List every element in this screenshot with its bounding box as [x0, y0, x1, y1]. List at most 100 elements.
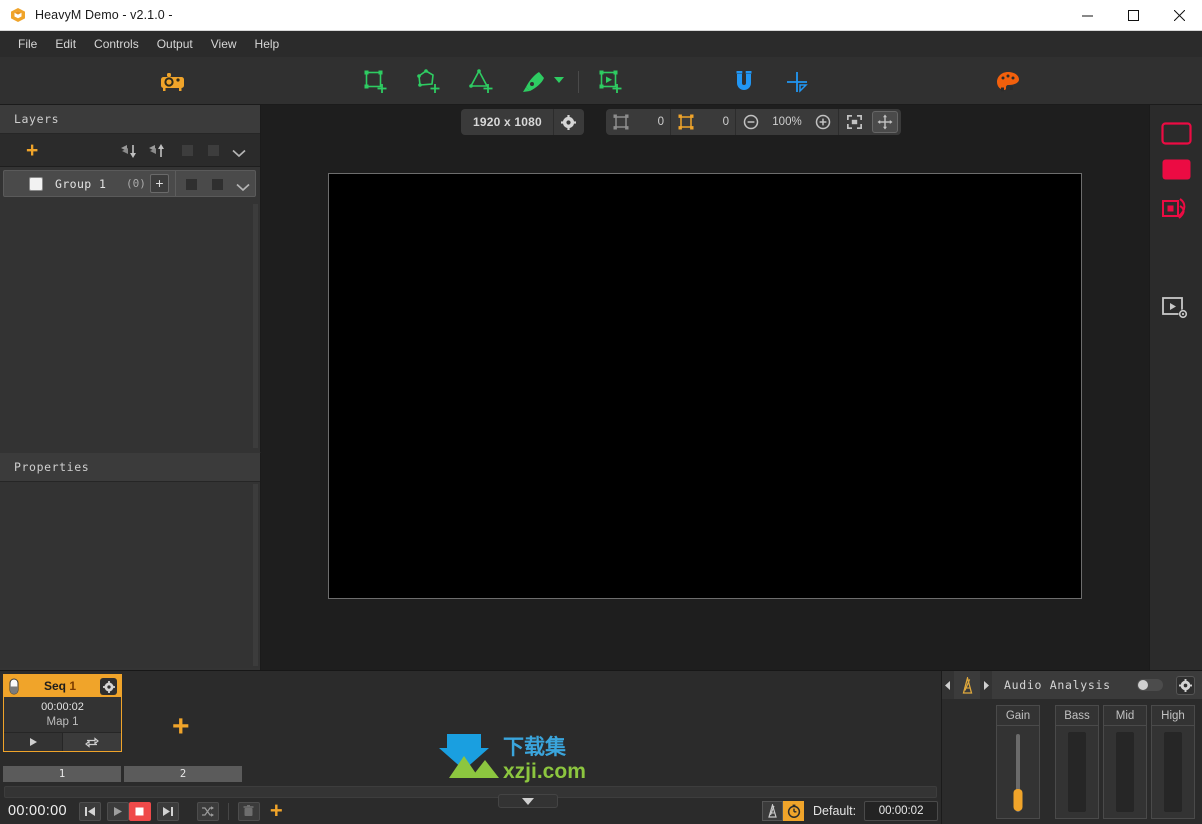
- projector-icon[interactable]: [159, 68, 188, 94]
- gear-icon[interactable]: [1176, 676, 1195, 695]
- timeline-collapse-handle[interactable]: [498, 794, 558, 808]
- menu-item-edit[interactable]: Edit: [46, 33, 85, 55]
- close-button[interactable]: [1156, 0, 1202, 31]
- add-shape-to-group-button[interactable]: +: [150, 174, 169, 193]
- chevron-down-icon[interactable]: [236, 179, 250, 192]
- layer-group-row[interactable]: Group 1 (0) +: [3, 170, 256, 197]
- chevron-down-icon[interactable]: [552, 73, 566, 85]
- trash-icon[interactable]: [237, 801, 260, 821]
- sequence-card[interactable]: Seq 1 00:00:02 Map 1: [3, 674, 122, 752]
- gear-icon[interactable]: [100, 678, 117, 695]
- layers-toolbar: +: [0, 134, 260, 167]
- audio-analysis-title: Audio Analysis: [1004, 678, 1111, 692]
- audio-analysis-panel: Audio Analysis Gain Bass Mid High: [941, 670, 1202, 824]
- add-sequence-transport-button[interactable]: +: [270, 800, 283, 822]
- zoom-in-icon[interactable]: [808, 109, 838, 135]
- add-layer-button[interactable]: +: [26, 140, 38, 161]
- layers-panel-title: Layers: [0, 105, 260, 134]
- gain-slider[interactable]: [996, 725, 1040, 819]
- rectangle-outline-icon[interactable]: [1161, 122, 1192, 145]
- resolution-label: 1920 x 1080: [473, 115, 542, 129]
- high-meter[interactable]: [1151, 725, 1195, 819]
- clock-icon[interactable]: [783, 801, 804, 821]
- projection-canvas[interactable]: [328, 173, 1082, 599]
- group-lock-toggle[interactable]: [212, 179, 223, 190]
- menu-item-view[interactable]: View: [202, 33, 246, 55]
- sequence-card-body: 00:00:02 Map 1: [4, 697, 121, 732]
- magnet-icon[interactable]: [731, 69, 757, 95]
- triangle-plus-icon[interactable]: [469, 69, 495, 95]
- polygon-plus-icon[interactable]: [416, 69, 442, 95]
- metronome-icon[interactable]: [762, 801, 783, 821]
- skip-next-icon[interactable]: [156, 801, 179, 821]
- svg-text:下载集: 下载集: [503, 735, 567, 759]
- pan-move-icon[interactable]: [872, 111, 898, 133]
- sequence-duration: 00:00:02: [41, 701, 84, 713]
- bring-forward-icon[interactable]: [148, 142, 166, 160]
- heavym-application-window: HeavyM Demo - v2.1.0 - File Edit Control…: [0, 0, 1202, 824]
- group-count-icon: [671, 109, 701, 135]
- gear-icon[interactable]: [554, 109, 584, 135]
- default-duration-label: Default:: [813, 804, 857, 818]
- media-rectangle-plus-icon[interactable]: [598, 69, 624, 95]
- surface-count-icon: [606, 109, 636, 135]
- chevron-down-icon[interactable]: [232, 145, 246, 158]
- audio-analysis-header: Audio Analysis: [942, 671, 1202, 699]
- properties-panel: Properties: [0, 453, 261, 670]
- menu-item-file[interactable]: File: [9, 33, 46, 55]
- sequence-tabs: 1 2: [3, 766, 242, 782]
- layer-visibility-toggle[interactable]: [182, 145, 193, 156]
- crosshair-icon[interactable]: [784, 69, 810, 95]
- menu-item-output[interactable]: Output: [148, 33, 202, 55]
- channel-label: Gain: [996, 705, 1040, 725]
- metronome-icon[interactable]: [954, 671, 980, 699]
- audio-channel-gain: Gain: [996, 705, 1040, 819]
- timeline-scrollbar[interactable]: [4, 786, 937, 798]
- send-backward-icon[interactable]: [120, 142, 138, 160]
- sequence-mode-icon[interactable]: [8, 678, 20, 695]
- layers-scrollbar[interactable]: [253, 204, 258, 448]
- add-sequence-button[interactable]: +: [172, 712, 190, 742]
- menu-item-controls[interactable]: Controls: [85, 33, 148, 55]
- rectangle-plus-icon[interactable]: [363, 69, 389, 95]
- gain-slider-knob[interactable]: [1013, 789, 1023, 811]
- properties-scrollbar[interactable]: [253, 484, 258, 666]
- play-icon[interactable]: [106, 801, 129, 821]
- pen-icon[interactable]: [521, 69, 547, 95]
- zoom-out-icon[interactable]: [736, 109, 766, 135]
- group-checkbox[interactable]: [29, 176, 43, 191]
- audio-analysis-toggle[interactable]: [1137, 679, 1163, 691]
- palette-icon[interactable]: [995, 69, 1021, 95]
- sequence-play-button[interactable]: [4, 733, 62, 751]
- motion-effect-icon[interactable]: [1161, 197, 1192, 224]
- mid-meter[interactable]: [1103, 725, 1147, 819]
- window-title: HeavyM Demo - v2.1.0 -: [35, 8, 173, 22]
- group-count: (0): [126, 177, 146, 190]
- default-duration-value[interactable]: 00:00:02: [864, 801, 939, 821]
- chevron-right-icon[interactable]: [980, 671, 992, 699]
- menu-item-help[interactable]: Help: [246, 33, 289, 55]
- shuffle-icon[interactable]: [196, 801, 219, 821]
- skip-previous-icon[interactable]: [78, 801, 101, 821]
- group-visibility-toggle[interactable]: [186, 179, 197, 190]
- audio-channel-bass: Bass: [1055, 705, 1099, 819]
- maximize-button[interactable]: [1110, 0, 1156, 31]
- sequence-card-footer: [4, 732, 121, 751]
- rectangle-filled-icon[interactable]: [1161, 158, 1192, 181]
- window-controls: [1064, 0, 1202, 31]
- chevron-left-icon[interactable]: [942, 671, 954, 699]
- bass-meter[interactable]: [1055, 725, 1099, 819]
- view-toolbar: 1920 x 1080 0 0 100%: [261, 105, 1149, 139]
- minimize-button[interactable]: [1064, 0, 1110, 31]
- stop-icon[interactable]: [128, 801, 151, 821]
- sequence-tab-2[interactable]: 2: [124, 766, 242, 782]
- default-duration-group: Default: 00:00:02: [762, 801, 952, 821]
- layer-lock-toggle[interactable]: [208, 145, 219, 156]
- media-settings-icon[interactable]: [1161, 295, 1192, 323]
- group-count: 0: [722, 116, 729, 128]
- fit-to-screen-icon[interactable]: [839, 109, 869, 135]
- sequence-tab-1[interactable]: 1: [3, 766, 121, 782]
- sequence-loop-button[interactable]: [62, 733, 121, 751]
- channel-label: Mid: [1103, 705, 1147, 725]
- canvas-area: 1920 x 1080 0 0 100%: [261, 105, 1149, 670]
